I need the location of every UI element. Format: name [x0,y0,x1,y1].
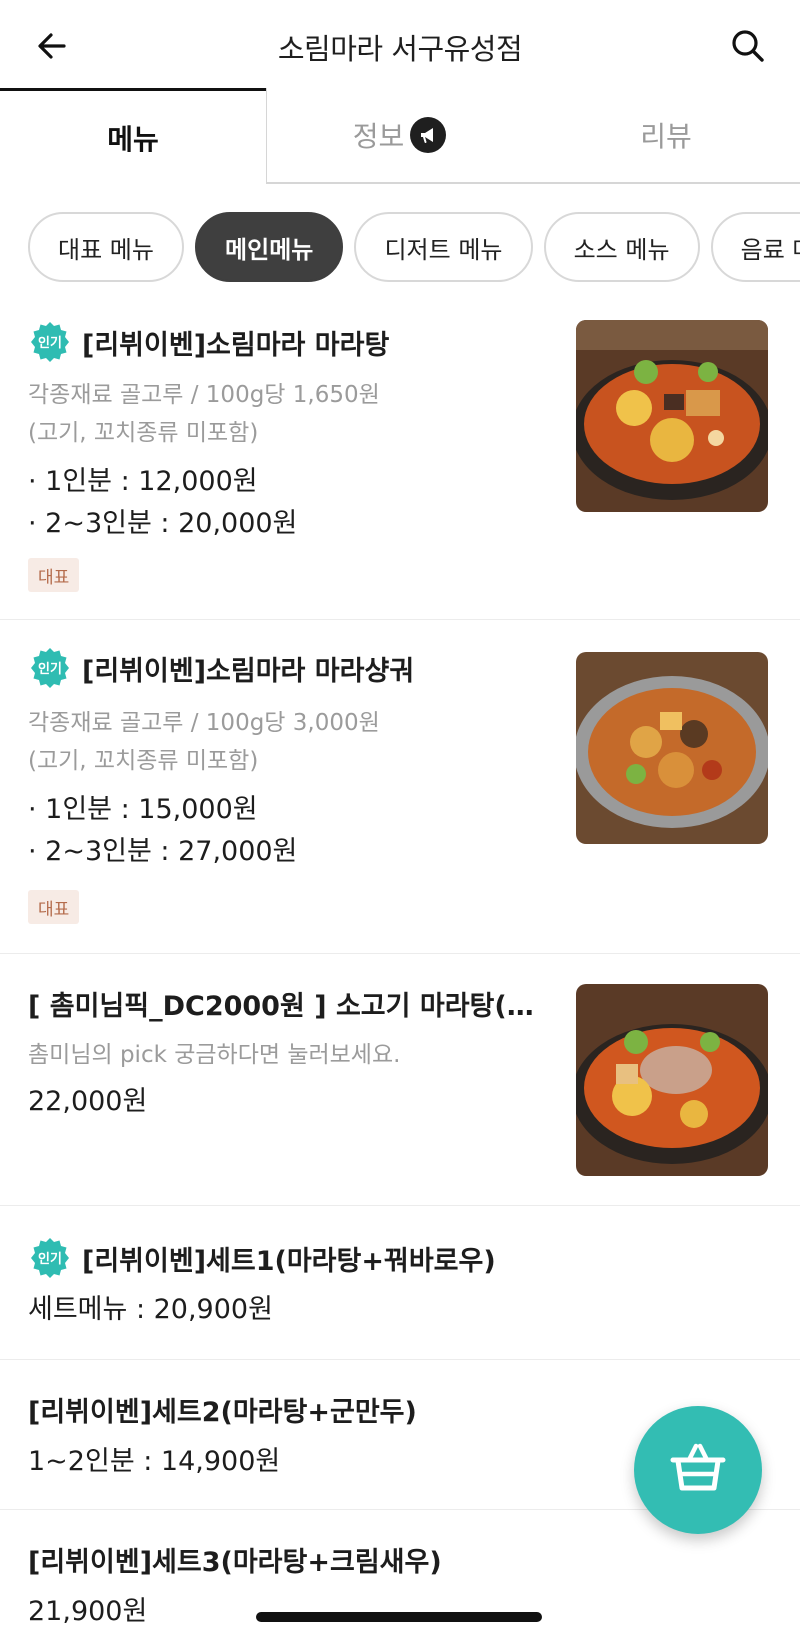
chip-representative-menu[interactable]: 대표 메뉴 [28,212,184,282]
cart-button[interactable] [634,1406,762,1534]
chip-main-menu[interactable]: 메인메뉴 [195,212,344,282]
home-indicator [256,1612,542,1622]
store-tabs: 메뉴 정보 리뷰 [0,88,800,184]
malatang-photo [576,320,768,512]
popular-badge-icon: 인기 [28,646,72,690]
malaxiangguo-photo [576,652,768,844]
menu-item-title: [리뷔이벤]세트2(마라탕+군만두) [28,1390,417,1429]
menu-item-name: [리뷔이벤]소림마라 마라샹궈 [82,655,415,687]
menu-item[interactable]: [ 촘미님픽_DC2000원 ] 소고기 마라탕(… 촘미님의 pick 궁금하… [0,954,800,1206]
menu-item-name: [리뷔이벤]세트1(마라탕+꿔바로우) [82,1245,496,1277]
menu-item-title: 인기 [리뷔이벤]소림마라 마라탕 [28,320,389,364]
popular-badge-text: 인기 [38,661,62,677]
menu-item-desc: 각종재료 골고루 / 100g당 1,650원 [28,382,380,408]
menu-item[interactable]: 인기 [리뷔이벤]세트1(마라탕+꿔바로우) 세트메뉴 : 20,900원 [0,1206,800,1360]
menu-item-desc: (고기, 꼬치종류 미포함) [28,748,259,774]
menu-item-price: 21,900원 [28,1596,148,1627]
representative-tag: 대표 [28,558,80,592]
chip-dessert-menu[interactable]: 디저트 메뉴 [354,212,533,282]
menu-item[interactable]: 인기 [리뷔이벤]소림마라 마라샹궈 각종재료 골고루 / 100g당 3,00… [0,620,800,954]
menu-item[interactable]: 인기 [리뷔이벤]소림마라 마라탕 각종재료 골고루 / 100g당 1,650… [0,296,800,620]
tab-review[interactable]: 리뷰 [532,88,800,184]
tab-menu[interactable]: 메뉴 [0,88,266,184]
menu-item-price: · 2~3인분 : 27,000원 [28,836,298,867]
menu-item-price: 세트메뉴 : 20,900원 [28,1294,273,1325]
menu-item-price: 1~2인분 : 14,900원 [28,1446,281,1477]
menu-item-title: [ 촘미님픽_DC2000원 ] 소고기 마라탕(… [28,984,534,1023]
menu-item-title: [리뷔이벤]세트3(마라탕+크림새우) [28,1540,442,1579]
tab-menu-label: 메뉴 [107,122,159,156]
menu-item-price: · 2~3인분 : 20,000원 [28,508,298,539]
menu-item-price: · 1인분 : 15,000원 [28,794,258,825]
page-title: 소림마라 서구유성점 [277,32,523,66]
menu-item-title: 인기 [리뷔이벤]소림마라 마라샹궈 [28,646,414,690]
tab-review-label: 리뷰 [640,120,692,153]
popular-badge-icon: 인기 [28,1236,72,1280]
menu-item-name: [리뷔이벤]소림마라 마라탕 [82,329,390,361]
megaphone-icon [410,117,447,153]
menu-item-price: · 1인분 : 12,000원 [28,466,258,497]
tab-info-label: 정보 [352,120,405,153]
tab-info[interactable]: 정보 [266,88,532,184]
menu-item-price: 22,000원 [28,1086,148,1117]
category-chips: 대표 메뉴 메인메뉴 디저트 메뉴 소스 메뉴 음료 메뉴 [28,212,800,284]
popular-badge-text: 인기 [38,335,62,351]
app-header: 소림마라 서구유성점 [0,0,800,92]
representative-tag: 대표 [28,890,80,924]
basket-icon [669,1442,727,1498]
popular-badge-icon: 인기 [28,320,72,364]
menu-item-name: [리뷔이벤]세트2(마라탕+군만두) [28,1397,417,1428]
menu-item-name: [ 촘미님픽_DC2000원 ] 소고기 마라탕(… [28,991,534,1022]
menu-item-desc: (고기, 꼬치종류 미포함) [28,420,259,446]
menu-item-desc: 촘미님의 pick 궁금하다면 눌러보세요. [28,1042,401,1068]
popular-badge-text: 인기 [38,1251,62,1267]
menu-item-desc: 각종재료 골고루 / 100g당 3,000원 [28,710,380,736]
search-icon[interactable] [724,22,772,70]
menu-item-name: [리뷔이벤]세트3(마라탕+크림새우) [28,1547,442,1578]
chip-sauce-menu[interactable]: 소스 메뉴 [543,212,700,282]
chip-drink-menu[interactable]: 음료 메뉴 [710,212,800,282]
menu-item-title: 인기 [리뷔이벤]세트1(마라탕+꿔바로우) [28,1236,496,1280]
beef-malatang-photo [576,984,768,1176]
